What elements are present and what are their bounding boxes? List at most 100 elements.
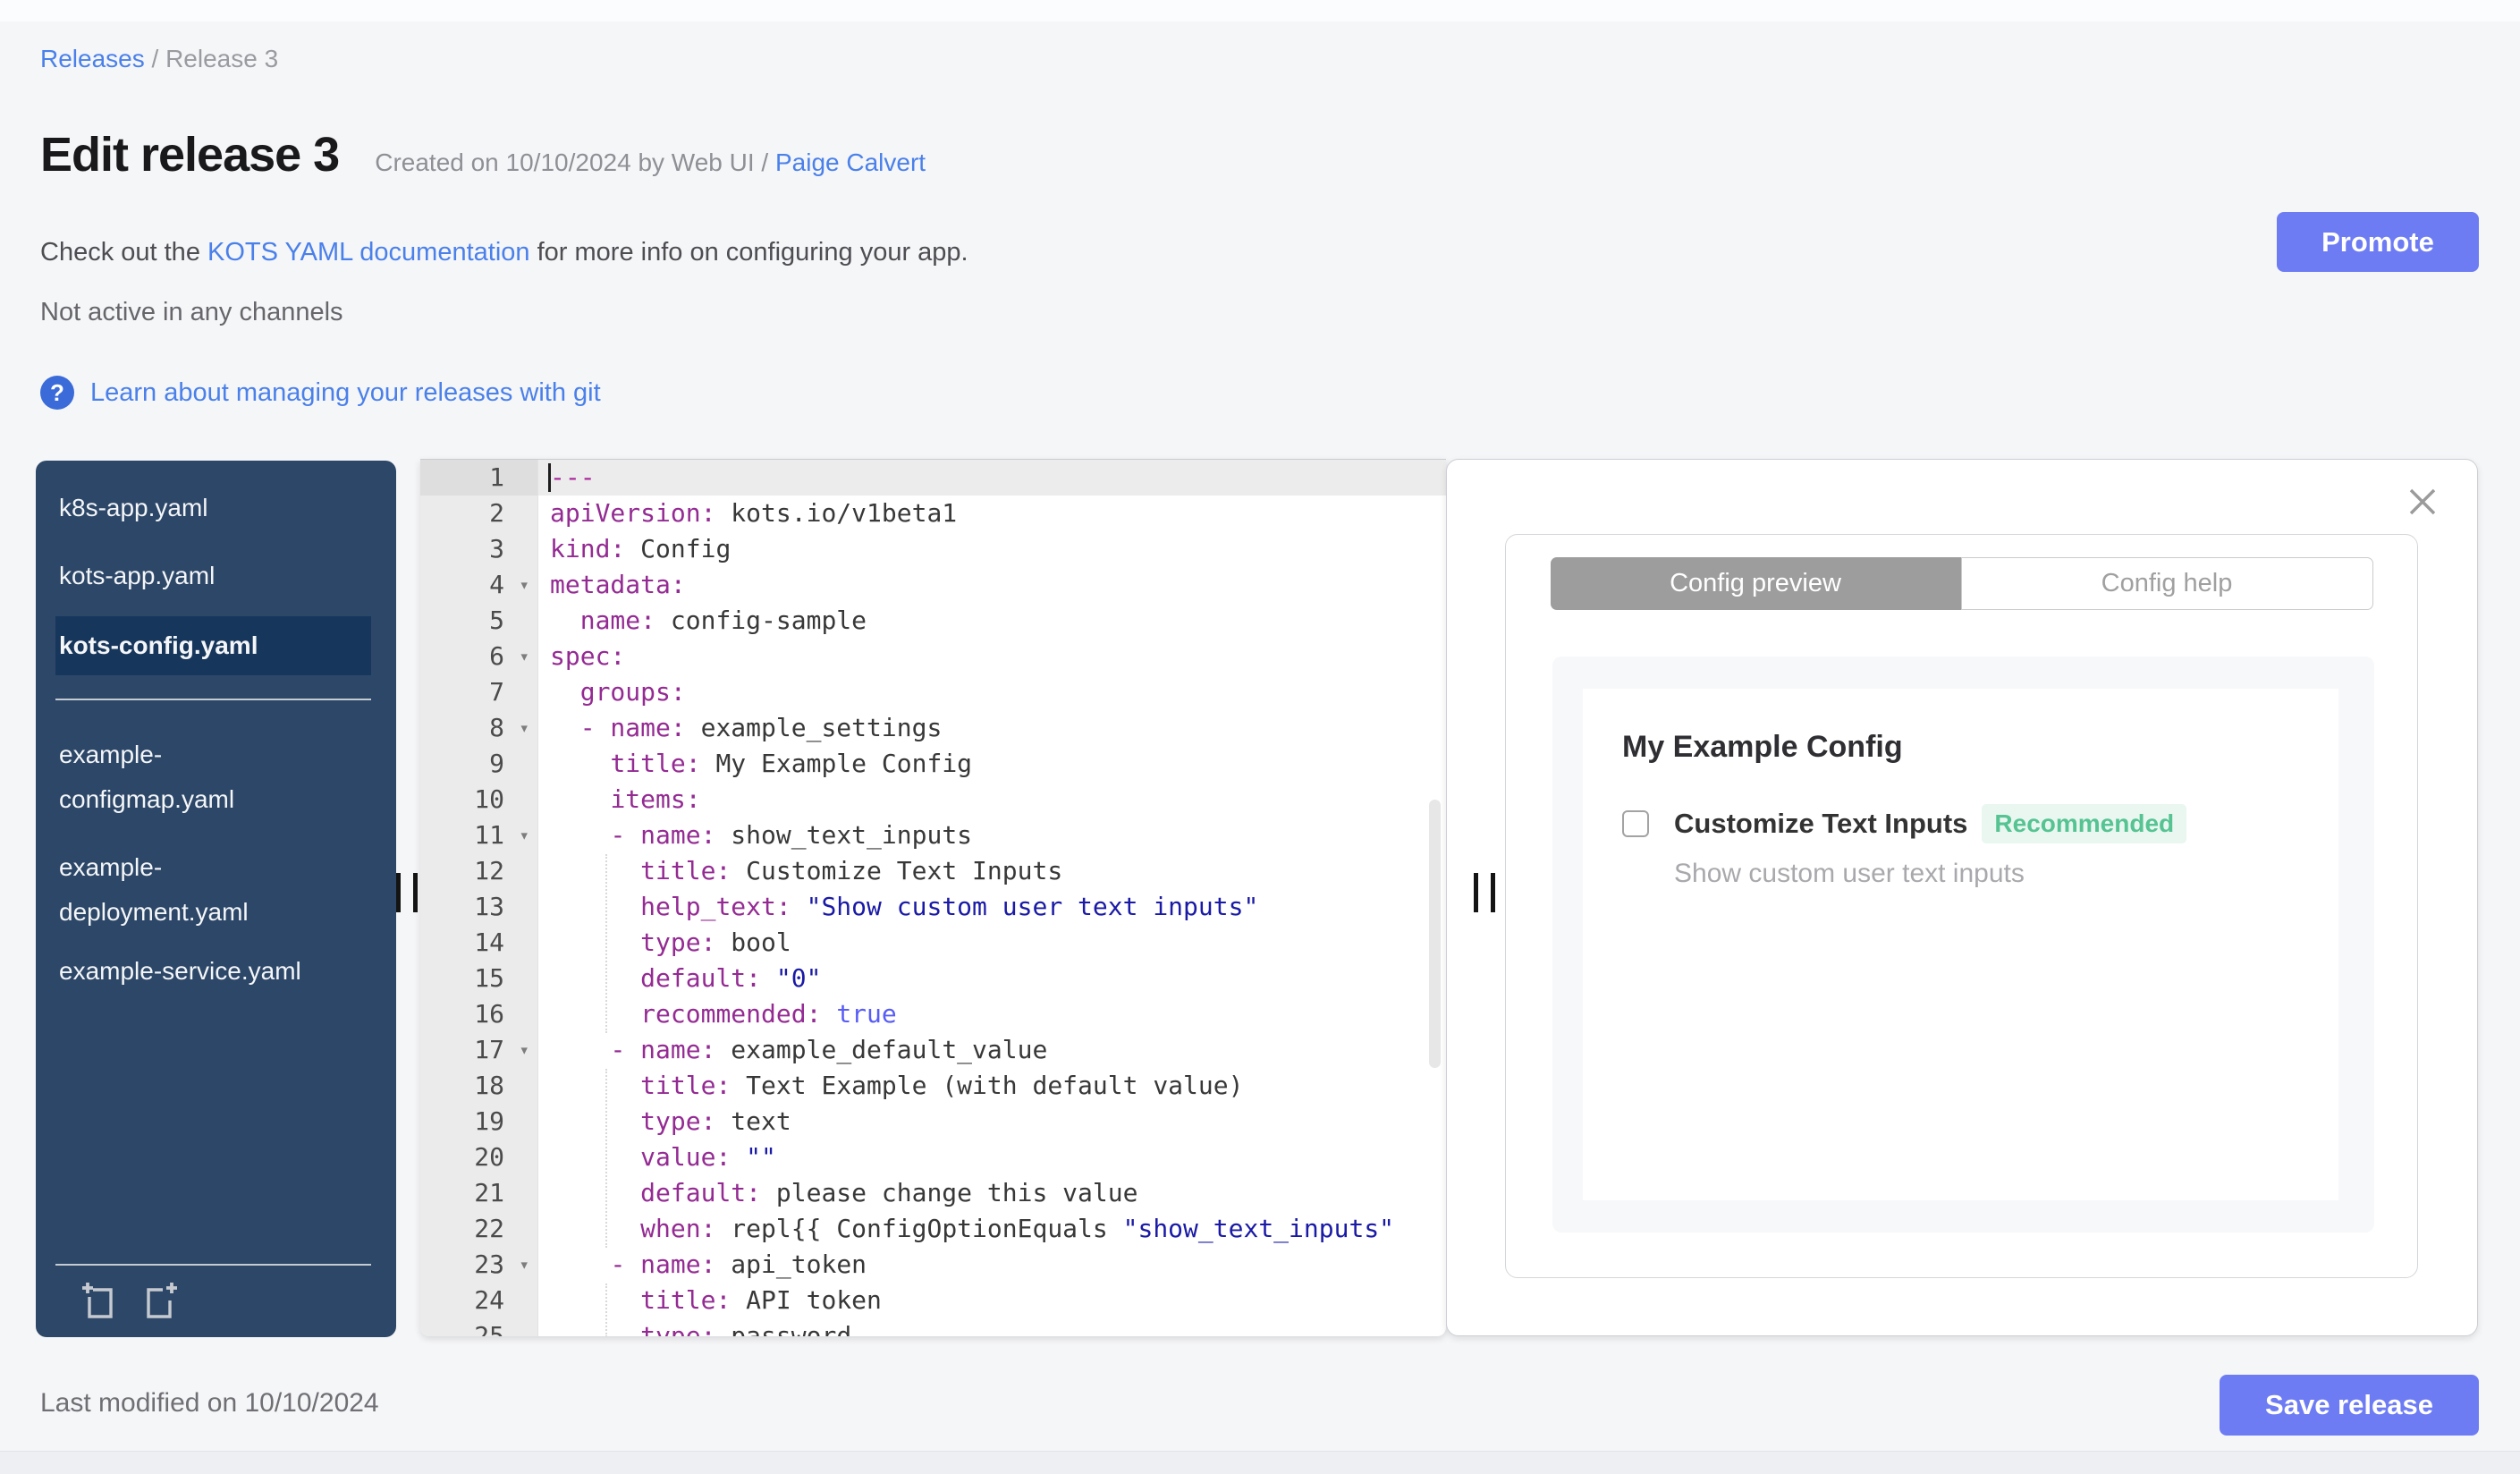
fold-arrow-icon[interactable]: ▾ [520, 639, 529, 674]
new-file-icon[interactable] [138, 1279, 181, 1322]
gutter-line-number[interactable]: 2 [420, 496, 538, 531]
code-line-18[interactable]: 18 title: Text Example (with default val… [420, 1068, 1446, 1104]
yaml-code-editor[interactable]: 1 --- 2 apiVersion: kots.io/v1beta1 3 kind: C… [420, 459, 1446, 1336]
sidebar-resize-handle[interactable] [396, 873, 418, 912]
gutter-line-number[interactable]: 9 [420, 746, 538, 782]
gutter-line-number[interactable]: 17 ▾ [420, 1032, 538, 1068]
code-line-8[interactable]: 8 ▾ - name: example_settings [420, 710, 1446, 746]
gutter-line-number[interactable]: 10 [420, 782, 538, 817]
code-line-text[interactable]: when: repl{{ ConfigOptionEquals "show_te… [538, 1211, 1446, 1247]
gutter-line-number[interactable]: 25 [420, 1318, 538, 1336]
code-line-text[interactable]: type: password [538, 1318, 1446, 1336]
code-line-5[interactable]: 5 name: config-sample [420, 603, 1446, 639]
customize-text-inputs-checkbox[interactable] [1622, 810, 1649, 837]
code-line-text[interactable]: default: "0" [538, 961, 1446, 996]
fold-arrow-icon[interactable]: ▾ [520, 1032, 529, 1068]
code-line-text[interactable]: groups: [538, 674, 1446, 710]
code-line-text[interactable]: name: config-sample [538, 603, 1446, 639]
code-line-20[interactable]: 20 value: "" [420, 1139, 1446, 1175]
gutter-line-number[interactable]: 5 [420, 603, 538, 639]
gutter-line-number[interactable]: 11 ▾ [420, 817, 538, 853]
sidebar-file-kots-config-selected[interactable]: kots-config.yaml [55, 616, 371, 675]
fold-arrow-icon[interactable]: ▾ [520, 710, 529, 746]
gutter-line-number[interactable]: 15 [420, 961, 538, 996]
save-release-button[interactable]: Save release [2220, 1375, 2479, 1436]
code-line-17[interactable]: 17 ▾ - name: example_default_value [420, 1032, 1446, 1068]
gutter-line-number[interactable]: 13 [420, 889, 538, 925]
gutter-line-number[interactable]: 14 [420, 925, 538, 961]
sidebar-file-example-deployment[interactable]: example- deployment.yaml [36, 845, 396, 935]
created-author-link[interactable]: Paige Calvert [775, 148, 926, 176]
code-line-23[interactable]: 23 ▾ - name: api_token [420, 1247, 1446, 1283]
code-line-text[interactable]: - name: show_text_inputs [538, 817, 1446, 853]
code-line-text[interactable]: value: "" [538, 1139, 1446, 1175]
tab-config-help[interactable]: Config help [1960, 557, 2373, 610]
code-line-11[interactable]: 11 ▾ - name: show_text_inputs [420, 817, 1446, 853]
gutter-line-number[interactable]: 18 [420, 1068, 538, 1104]
code-line-text[interactable]: apiVersion: kots.io/v1beta1 [538, 496, 1446, 531]
add-file-icon[interactable] [79, 1279, 122, 1322]
code-line-1[interactable]: 1 --- [420, 460, 1446, 496]
code-line-4[interactable]: 4 ▾ metadata: [420, 567, 1446, 603]
fold-arrow-icon[interactable]: ▾ [520, 567, 529, 603]
config-item-label[interactable]: Customize Text Inputs [1674, 808, 1967, 840]
fold-arrow-icon[interactable]: ▾ [520, 817, 529, 853]
code-line-text[interactable]: kind: Config [538, 531, 1446, 567]
breadcrumb-releases-link[interactable]: Releases [40, 45, 145, 72]
gutter-line-number[interactable]: 7 [420, 674, 538, 710]
code-line-text[interactable]: spec: [538, 639, 1446, 674]
gutter-line-number[interactable]: 20 [420, 1139, 538, 1175]
code-line-14[interactable]: 14 type: bool [420, 925, 1446, 961]
code-line-text[interactable]: title: My Example Config [538, 746, 1446, 782]
code-line-7[interactable]: 7 groups: [420, 674, 1446, 710]
code-line-22[interactable]: 22 when: repl{{ ConfigOptionEquals "show… [420, 1211, 1446, 1247]
code-line-3[interactable]: 3 kind: Config [420, 531, 1446, 567]
gutter-line-number[interactable]: 3 [420, 531, 538, 567]
code-line-text[interactable]: - name: example_default_value [538, 1032, 1446, 1068]
code-line-text[interactable]: - name: api_token [538, 1247, 1446, 1283]
code-line-25[interactable]: 25 type: password [420, 1318, 1446, 1336]
sidebar-file-example-configmap[interactable]: example- configmap.yaml [36, 733, 396, 822]
code-line-text[interactable]: title: Text Example (with default value) [538, 1068, 1446, 1104]
code-line-text[interactable]: help_text: "Show custom user text inputs… [538, 889, 1446, 925]
sidebar-file-example-service[interactable]: example-service.yaml [36, 956, 396, 987]
code-line-text[interactable]: recommended: true [538, 996, 1446, 1032]
code-line-text[interactable]: default: please change this value [538, 1175, 1446, 1211]
gutter-line-number[interactable]: 12 [420, 853, 538, 889]
gutter-line-number[interactable]: 21 [420, 1175, 538, 1211]
code-line-21[interactable]: 21 default: please change this value [420, 1175, 1446, 1211]
code-line-text[interactable]: title: API token [538, 1283, 1446, 1318]
code-line-text[interactable]: items: [538, 782, 1446, 817]
code-line-text[interactable]: type: bool [538, 925, 1446, 961]
code-line-16[interactable]: 16 recommended: true [420, 996, 1446, 1032]
gutter-line-number[interactable]: 24 [420, 1283, 538, 1318]
code-line-text[interactable]: --- [538, 460, 1446, 496]
gutter-line-number[interactable]: 23 ▾ [420, 1247, 538, 1283]
gutter-line-number[interactable]: 6 ▾ [420, 639, 538, 674]
code-line-12[interactable]: 12 title: Customize Text Inputs [420, 853, 1446, 889]
code-line-24[interactable]: 24 title: API token [420, 1283, 1446, 1318]
panel-resize-handle[interactable] [1474, 873, 1495, 912]
code-line-text[interactable]: - name: example_settings [538, 710, 1446, 746]
gutter-line-number[interactable]: 16 [420, 996, 538, 1032]
code-line-text[interactable]: type: text [538, 1104, 1446, 1139]
sidebar-file-kots-app[interactable]: kots-app.yaml [36, 561, 396, 591]
gutter-line-number[interactable]: 19 [420, 1104, 538, 1139]
git-releases-link[interactable]: Learn about managing your releases with … [90, 378, 601, 408]
tab-config-preview[interactable]: Config preview [1550, 557, 1961, 610]
gutter-line-number[interactable]: 4 ▾ [420, 567, 538, 603]
code-line-text[interactable]: title: Customize Text Inputs [538, 853, 1446, 889]
gutter-line-number[interactable]: 8 ▾ [420, 710, 538, 746]
code-line-9[interactable]: 9 title: My Example Config [420, 746, 1446, 782]
code-line-2[interactable]: 2 apiVersion: kots.io/v1beta1 [420, 496, 1446, 531]
promote-button[interactable]: Promote [2277, 212, 2479, 272]
kots-docs-link[interactable]: KOTS YAML documentation [207, 238, 530, 267]
code-line-19[interactable]: 19 type: text [420, 1104, 1446, 1139]
code-line-13[interactable]: 13 help_text: "Show custom user text inp… [420, 889, 1446, 925]
code-line-10[interactable]: 10 items: [420, 782, 1446, 817]
gutter-line-number[interactable]: 22 [420, 1211, 538, 1247]
editor-scrollbar-thumb[interactable] [1429, 800, 1441, 1068]
fold-arrow-icon[interactable]: ▾ [520, 1247, 529, 1283]
gutter-line-number[interactable]: 1 [420, 460, 538, 496]
sidebar-file-k8s-app[interactable]: k8s-app.yaml [36, 493, 396, 523]
